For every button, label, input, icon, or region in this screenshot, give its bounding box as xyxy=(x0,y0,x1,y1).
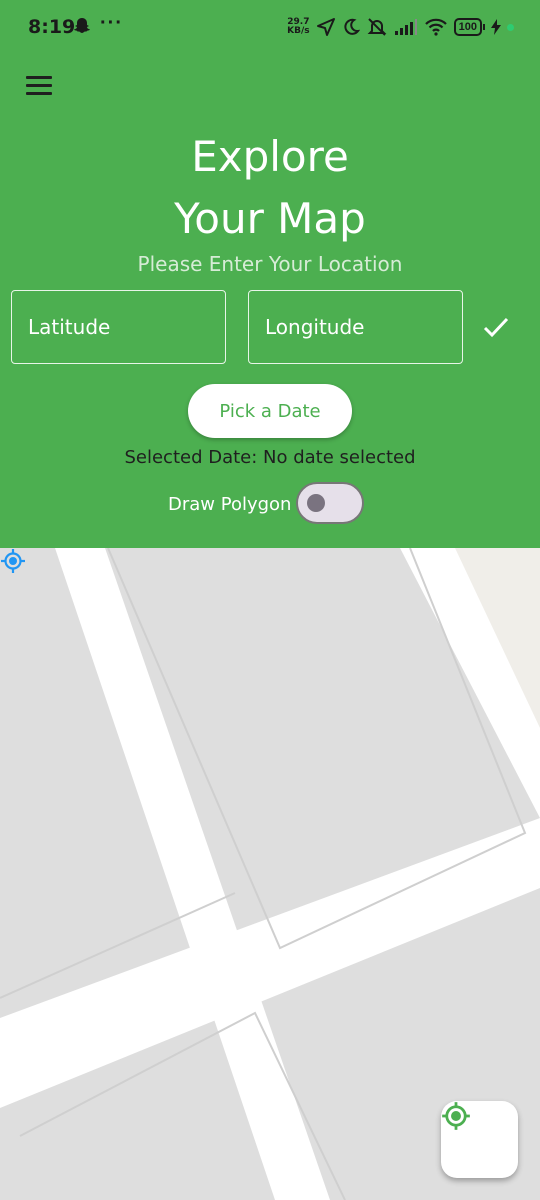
privacy-indicator xyxy=(507,23,514,31)
longitude-field-box xyxy=(248,290,463,364)
page-title-line2: Your Map xyxy=(174,194,366,243)
net-speed-unit: KB/s xyxy=(287,26,310,36)
status-time: 8:19 xyxy=(28,16,76,38)
battery-level: 100 xyxy=(453,18,482,36)
locate-me-button[interactable] xyxy=(441,1101,518,1178)
page-title-line1: Explore xyxy=(191,132,349,181)
signal-icon xyxy=(394,19,417,35)
check-icon[interactable] xyxy=(482,313,510,341)
latitude-field-box xyxy=(11,290,226,364)
draw-polygon-label: Draw Polygon xyxy=(168,494,292,515)
moon-icon xyxy=(344,18,360,35)
hamburger-menu-icon[interactable] xyxy=(26,76,52,96)
bell-off-icon xyxy=(367,18,387,36)
latitude-input[interactable] xyxy=(12,291,225,363)
location-arrow-icon xyxy=(316,18,335,36)
gps-fixed-icon xyxy=(442,1102,470,1130)
more-icon: ··· xyxy=(100,12,123,34)
my-location-icon xyxy=(1,549,25,573)
wifi-icon xyxy=(424,18,447,36)
map-view[interactable] xyxy=(0,548,540,1200)
charging-icon xyxy=(491,19,501,35)
longitude-input[interactable] xyxy=(249,291,462,363)
status-icons: 29.7 KB/s 100 xyxy=(287,14,514,40)
battery-icon: 100 xyxy=(453,18,485,36)
page-subtitle: Please Enter Your Location xyxy=(137,252,403,276)
status-bar: 8:19 ··· 29.7 KB/s 100 xyxy=(0,0,540,54)
draw-polygon-toggle[interactable] xyxy=(296,482,364,524)
net-speed: 29.7 KB/s xyxy=(287,18,309,36)
pick-date-button[interactable]: Pick a Date xyxy=(188,384,352,438)
ghost-icon xyxy=(74,18,90,33)
selected-date-text: Selected Date: No date selected xyxy=(124,447,416,468)
toggle-knob xyxy=(307,494,325,512)
